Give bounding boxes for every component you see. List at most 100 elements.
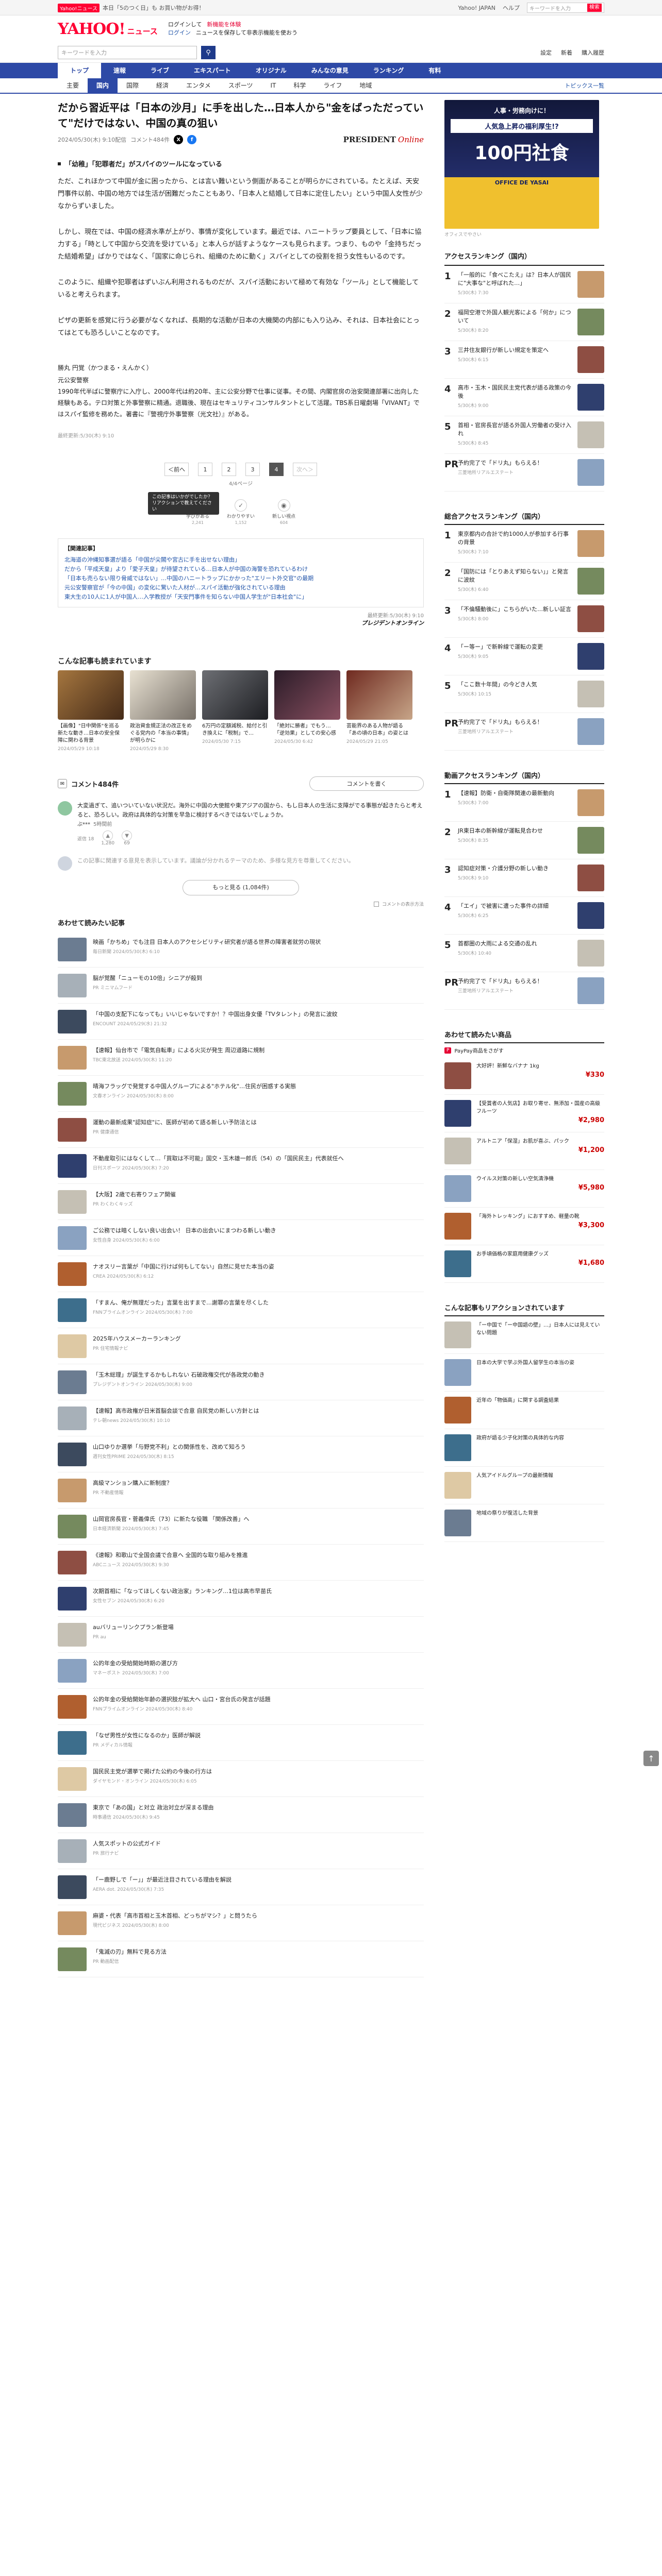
reply-link[interactable]: 返信 18 bbox=[77, 835, 94, 842]
dislike-button[interactable]: ▼ 69 bbox=[122, 831, 133, 846]
ranking-item[interactable]: 5 首都圏の大雨による交通の乱れ 5/30(木) 10:40 bbox=[444, 935, 604, 972]
tab-live[interactable]: ライブ bbox=[138, 63, 181, 78]
feed-item[interactable]: 東京で「あの国」と対立 政治対立が深まる理由 時事通信 2024/05/30(木)… bbox=[58, 1797, 424, 1833]
feed-item[interactable]: 山岡官房長官・菅義偉氏（73）に新たな役職 「関係改善」へ 日本経済新聞 2024… bbox=[58, 1509, 424, 1545]
tab-expert[interactable]: エキスパート bbox=[181, 63, 243, 78]
feed-item[interactable]: 【大阪】2歳で右寄りフェア開催 PR わくわくキッズ bbox=[58, 1184, 424, 1220]
ranking-item[interactable]: 5 「ここ数十年間」の今どき人気 5/30(木) 10:15 bbox=[444, 675, 604, 713]
more-comments-button[interactable]: もっと見る (1,084件) bbox=[183, 880, 299, 895]
feed-item[interactable]: 映画「かちめ」でも注目 日本人のアクセシビリティ研究者が語る世界の障害者就労の現… bbox=[58, 931, 424, 968]
page-4[interactable]: 4 bbox=[269, 463, 284, 476]
category-it[interactable]: IT bbox=[261, 78, 285, 93]
category-science[interactable]: 科学 bbox=[285, 78, 315, 93]
category-life[interactable]: ライフ bbox=[315, 78, 351, 93]
feed-item[interactable]: 麻婆・代表「高市首相と玉木首相、どっちがマシ？」と問うたら 現代ビジネス 2024… bbox=[58, 1905, 424, 1941]
related-link[interactable]: 北海道の沖縄知事選が語る「中国が尖閣や宮古に手を出せない理由」 bbox=[64, 555, 417, 565]
related-link[interactable]: 元公安警察官が「今の中国」の変化に驚いた人材が…スパイ活動が強化されている理由 bbox=[64, 583, 417, 592]
feed-item[interactable]: 【速報】仙台市で「電気自転車」による火災が発生 周辺道路に規制 TBC東北放送 2… bbox=[58, 1040, 424, 1076]
feed-item[interactable]: 人気スポットの公式ガイド PR 旅行ナビ bbox=[58, 1833, 424, 1869]
tab-original[interactable]: オリジナル bbox=[243, 63, 299, 78]
search-button[interactable]: ⚲ bbox=[201, 46, 216, 59]
ranking-item[interactable]: PR 予約完了で「ドリ丸」もらえる！ 三菱地所リアルエステート bbox=[444, 454, 604, 492]
recommended-card[interactable]: 政治資金規正法の改正をめぐる党内の「本当の事情」が明らかに 2024/05/29… bbox=[130, 670, 196, 752]
feed-item[interactable]: ご公務では暗くしない良い出会い！ 日本の出会いにまつわる新しい動き 女性自身 20… bbox=[58, 1220, 424, 1256]
recommended-card[interactable]: 【画像】"日中関係"を巡る新たな動き…日本の安全保障に関わる背景 2024/05… bbox=[58, 670, 124, 752]
feed-item[interactable]: 次期首相に「なってほしくない政治家」ランキング…1位は高市早苗氏 女性セブン 20… bbox=[58, 1581, 424, 1617]
feed-item[interactable]: auバリューリンクプラン新登場 PR au bbox=[58, 1617, 424, 1653]
ranking-item[interactable]: 4 「ー等ー」で新幹線で運転の変更 5/30(木) 9:05 bbox=[444, 638, 604, 675]
feed-item[interactable]: 「鬼滅の刃」無料で見る方法 PR 動画配信 bbox=[58, 1941, 424, 1977]
ranking-item[interactable]: 3 三井住友銀行が新しい規定を策定へ 5/30(木) 6:15 bbox=[444, 341, 604, 379]
paypay-link[interactable]: P PayPay商品をさがす bbox=[444, 1043, 604, 1057]
ranking-item[interactable]: 2 JR東日本の新幹線が運転見合わせ 5/30(木) 8:35 bbox=[444, 822, 604, 859]
new-link[interactable]: 新着 bbox=[561, 48, 572, 57]
x-share-icon[interactable]: X bbox=[174, 135, 184, 144]
feed-item[interactable]: 晴海フラッグで発覚する中国人グループによる"ホテル化"…住民が困惑する実態 文春オ… bbox=[58, 1076, 424, 1112]
feed-item[interactable]: 2025年ハウスメーカーランキング PR 住宅情報ナビ bbox=[58, 1328, 424, 1364]
category-international[interactable]: 国際 bbox=[118, 78, 147, 93]
prev-page-button[interactable]: ＜前へ bbox=[164, 463, 189, 476]
scroll-top-button[interactable]: ↑ bbox=[643, 1751, 659, 1766]
publisher-logo[interactable]: PRESIDENT Online bbox=[343, 135, 424, 144]
write-comment-button[interactable]: コメントを書く bbox=[309, 776, 424, 791]
source-brand[interactable]: プレジデントオンライン bbox=[58, 620, 424, 627]
sidebar-ad[interactable]: 人事・労務向けに！ 人気急上昇の福利厚生!? 100円社食 OFFICE DE … bbox=[444, 100, 599, 229]
topbar-search-button[interactable]: 検索 bbox=[587, 4, 602, 12]
recommended-card[interactable]: 芸能界のある人物が語る「あの頃の日本」の姿とは 2024/05/29 21:05 bbox=[346, 670, 412, 752]
yahoo-japan-link[interactable]: Yahoo! JAPAN bbox=[458, 5, 495, 11]
feed-item[interactable]: 「ー鹿野しで「ー」」が最近注目されている理由を解説 AERA dot. 2024/… bbox=[58, 1869, 424, 1905]
feed-item[interactable]: 運動の最新成果"認知症"に、医師が初めて語る新しい予防法とは PR 健康通信 bbox=[58, 1112, 424, 1148]
shop-item[interactable]: 大好評！新鮮なバナナ 1kg ¥330 bbox=[444, 1057, 604, 1095]
reaction-article-item[interactable]: 地域の祭りが復活した背景 bbox=[444, 1504, 604, 1542]
promo-text[interactable]: 本日「5のつく日」も お買い物がお得！ bbox=[103, 4, 205, 12]
feed-item[interactable]: 公的年金の受給開始時期の選び方 マネーポスト 2024/05/30(木) 7:00 bbox=[58, 1653, 424, 1689]
shop-item[interactable]: アルトニア「保湿」お肌が喜ぶ、パック ¥1,200 bbox=[444, 1132, 604, 1170]
feed-item[interactable]: 国民民主党が選挙で掲げた公約の今後の行方は ダイヤモンド・オンライン 2024/0… bbox=[58, 1761, 424, 1797]
comment-user[interactable]: ぶ*** bbox=[77, 822, 90, 827]
reaction-article-item[interactable]: 政府が語る少子化対策の具体的な内容 bbox=[444, 1429, 604, 1467]
comment-count-link[interactable]: コメント484件 bbox=[130, 135, 170, 144]
ranking-item[interactable]: 4 「エイ」で被害に遭った事件の詳細 5/30(木) 6:25 bbox=[444, 897, 604, 935]
feed-item[interactable]: 《速報》和歌山で全国会議で合意へ 全国的な取り組みを推進 ABCニュース 2024… bbox=[58, 1545, 424, 1581]
comment-display-option[interactable]: コメントの表示方法 bbox=[58, 901, 424, 907]
reaction-article-item[interactable]: 「ー中国で「ー中国語の壁」…」日本人には見えていない問題 bbox=[444, 1316, 604, 1354]
login-link[interactable]: ログイン bbox=[168, 29, 191, 37]
yahoo-news-logo[interactable]: YAHOO! ニュース bbox=[58, 20, 158, 38]
feed-item[interactable]: ナオスリー言葉が「中国に行けば何もしてない」自然に見せた本当の姿 CREA 202… bbox=[58, 1256, 424, 1292]
reaction-article-item[interactable]: 人気アイドルグループの最新情報 bbox=[444, 1467, 604, 1504]
feed-item[interactable]: 「中国の支配下になっても」いいじゃないですか！？中国出身女優「TVタレント」の発… bbox=[58, 1004, 424, 1040]
new-feature-link[interactable]: 新機能を体験 bbox=[207, 21, 241, 29]
category-main[interactable]: 主要 bbox=[58, 78, 88, 93]
reaction-clear[interactable]: ✓ わかりやすい 1,152 bbox=[227, 499, 255, 525]
ranking-item[interactable]: 1 【速報】防衛・自衛隊関連の最新動向 5/30(木) 7:00 bbox=[444, 784, 604, 822]
category-economy[interactable]: 経済 bbox=[147, 78, 177, 93]
page-1[interactable]: 1 bbox=[198, 463, 212, 476]
category-local[interactable]: 地域 bbox=[351, 78, 380, 93]
facebook-share-icon[interactable]: f bbox=[187, 135, 197, 144]
topbar-promo[interactable]: Yahoo!ニュース 本日「5のつく日」も お買い物がお得！ bbox=[58, 3, 205, 12]
purchase-history-link[interactable]: 購入履歴 bbox=[582, 48, 604, 57]
feed-item[interactable]: 山口ゆりか選挙「与野党不利」との関係性を、改めて知ろう 週刊女性PRIME 202… bbox=[58, 1436, 424, 1472]
feed-item[interactable]: 不動産取引にはなくして…「買取は不可能」国交・玉木雄一郎氏（54）の「国民民主」… bbox=[58, 1148, 424, 1184]
topbar-search-input[interactable]: キーワードを入力 検索 bbox=[527, 3, 604, 13]
feed-item[interactable]: 公的年金の受給開始年齢の選択肢が拡大へ 山口・宮台氏の発言が話題 FNNプライムオ… bbox=[58, 1689, 424, 1725]
related-link[interactable]: だから「平成天皇」より「愛子天皇」が待望されている…日本人が中国の海警を恐れてい… bbox=[64, 565, 417, 574]
page-2[interactable]: 2 bbox=[222, 463, 236, 476]
feed-item[interactable]: 「なぜ男性が女性になるのか」医師が解説 PR メディカル情報 bbox=[58, 1725, 424, 1761]
ranking-item[interactable]: 2 福岡空港で外国人観光客による「何か」について 5/30(木) 8:20 bbox=[444, 303, 604, 341]
tab-top[interactable]: トップ bbox=[58, 63, 102, 78]
tab-opinions[interactable]: みんなの意見 bbox=[299, 63, 361, 78]
feed-item[interactable]: 【速報】高市政権が日米首脳会談で合意 自民党の新しい方針とは テレ朝news 20… bbox=[58, 1400, 424, 1436]
related-link[interactable]: 「日本も売らない限り脅威ではない」…中国のハニートラップにかかった"エリート外交… bbox=[64, 574, 417, 583]
ranking-item[interactable]: 1 東京都内の合計で約1000人が参加する行事の背景 5/30(木) 7:10 bbox=[444, 525, 604, 563]
reaction-new-view[interactable]: ◉ 新しい視点 604 bbox=[272, 499, 295, 525]
related-link[interactable]: 東大生の10人に1人が中国人…入学教授が「天安門事件を知らない中国人学生が"日本… bbox=[64, 592, 417, 602]
ranking-item[interactable]: 5 首相・官房長官が語る外国人労働者の受け入れ 5/30(木) 8:45 bbox=[444, 416, 604, 454]
like-button[interactable]: ▲ 1,280 bbox=[101, 831, 114, 846]
ranking-item[interactable]: 1 「一般的に「食べこたえ」は？日本人が国民に"大事な"と呼ばれた…」 5/30(木… bbox=[444, 266, 604, 303]
recommended-card[interactable]: 「絶対に勝者」でもう…「逆効果」としての安心感 2024/05/30 6:42 bbox=[274, 670, 340, 752]
shop-item[interactable]: 【受賞者の人気店】お取り寄せ、無添加・国産の高級フルーツ ¥2,980 bbox=[444, 1095, 604, 1132]
settings-link[interactable]: 設定 bbox=[540, 48, 552, 57]
next-page-button[interactable]: 次へ＞ bbox=[293, 463, 317, 476]
tab-paid[interactable]: 有料 bbox=[416, 63, 453, 78]
